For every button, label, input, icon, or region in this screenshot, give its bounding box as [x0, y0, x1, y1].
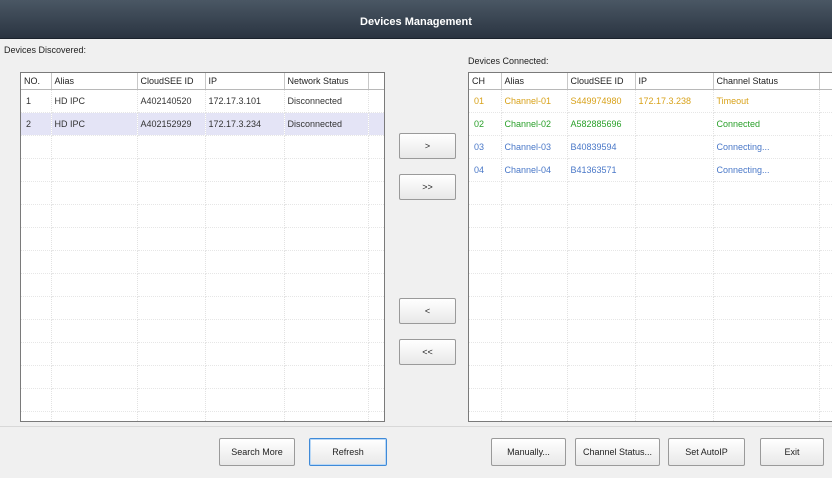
cell-ip: 172.17.3.101: [205, 89, 285, 113]
cell-cloudsee-id: A582885696: [567, 112, 636, 136]
table-row[interactable]: 1 HD IPC A402140520 172.17.3.101 Disconn…: [21, 89, 384, 113]
add-device-button[interactable]: >: [399, 133, 456, 159]
empty-row: [21, 296, 384, 320]
col-ip[interactable]: IP: [635, 73, 714, 90]
window-title: Devices Management: [360, 16, 472, 28]
cell-channel-status: Connecting...: [713, 135, 820, 159]
channel-status-button[interactable]: Channel Status...: [575, 438, 660, 466]
table-row[interactable]: 03 Channel-03 B40839594 Connecting...: [469, 135, 832, 159]
cell-channel-status: Connected: [713, 112, 820, 136]
cell-ch: 04: [469, 158, 502, 182]
refresh-button[interactable]: Refresh: [309, 438, 387, 466]
discovered-header-row: NO. Alias CloudSEE ID IP Network Status: [21, 73, 384, 90]
empty-row: [469, 296, 832, 320]
empty-row: [21, 388, 384, 412]
title-bar: Devices Management: [0, 0, 832, 39]
empty-row: [21, 135, 384, 159]
empty-row: [469, 411, 832, 421]
connected-table[interactable]: CH Alias CloudSEE ID IP Channel Status 0…: [468, 72, 832, 422]
empty-row: [21, 319, 384, 343]
table-row[interactable]: 02 Channel-02 A582885696 Connected: [469, 112, 832, 136]
footer-divider: [0, 426, 832, 427]
connected-header-row: CH Alias CloudSEE ID IP Channel Status: [469, 73, 832, 90]
cell-ip: [635, 158, 714, 182]
cell-channel-status: Timeout: [713, 89, 820, 113]
cell-ch: 03: [469, 135, 502, 159]
cell-cloudsee-id: B40839594: [567, 135, 636, 159]
col-no[interactable]: NO.: [21, 73, 52, 90]
empty-row: [469, 181, 832, 205]
col-network-status[interactable]: Network Status: [284, 73, 369, 90]
col-spacer: [368, 73, 384, 90]
cell-ip: 172.17.3.234: [205, 112, 285, 136]
empty-row: [469, 250, 832, 274]
cell-alias: HD IPC: [51, 89, 138, 113]
col-ip[interactable]: IP: [205, 73, 285, 90]
cell-cloudsee-id: A402140520: [137, 89, 206, 113]
empty-row: [21, 204, 384, 228]
empty-row: [21, 273, 384, 297]
empty-row: [21, 181, 384, 205]
cell-network-status: Disconnected: [284, 89, 369, 113]
cell-alias: HD IPC: [51, 112, 138, 136]
cell-alias: Channel-02: [501, 112, 568, 136]
col-alias[interactable]: Alias: [51, 73, 138, 90]
cell-ch: 02: [469, 112, 502, 136]
col-spacer: [819, 73, 832, 90]
cell-cloudsee-id: A402152929: [137, 112, 206, 136]
remove-device-button[interactable]: <: [399, 298, 456, 324]
table-row[interactable]: 04 Channel-04 B41363571 Connecting...: [469, 158, 832, 182]
col-alias[interactable]: Alias: [501, 73, 568, 90]
empty-row: [469, 342, 832, 366]
cell-ch: 01: [469, 89, 502, 113]
empty-row: [469, 388, 832, 412]
cell-alias: Channel-04: [501, 158, 568, 182]
devices-discovered-label: Devices Discovered:: [4, 45, 87, 55]
table-row[interactable]: 2 HD IPC A402152929 172.17.3.234 Disconn…: [21, 112, 384, 136]
cell-ip: [635, 112, 714, 136]
empty-row: [21, 411, 384, 421]
col-ch[interactable]: CH: [469, 73, 502, 90]
empty-row: [469, 204, 832, 228]
cell-cloudsee-id: B41363571: [567, 158, 636, 182]
cell-ip: [635, 135, 714, 159]
empty-row: [21, 158, 384, 182]
manually-button[interactable]: Manually...: [491, 438, 566, 466]
exit-button[interactable]: Exit: [760, 438, 824, 466]
empty-row: [21, 365, 384, 389]
col-cloudsee-id[interactable]: CloudSEE ID: [567, 73, 636, 90]
col-cloudsee-id[interactable]: CloudSEE ID: [137, 73, 206, 90]
cell-no: 2: [21, 112, 52, 136]
col-channel-status[interactable]: Channel Status: [713, 73, 820, 90]
devices-connected-label: Devices Connected:: [468, 56, 549, 66]
discovered-table[interactable]: NO. Alias CloudSEE ID IP Network Status …: [20, 72, 385, 422]
cell-alias: Channel-01: [501, 89, 568, 113]
set-auto-ip-button[interactable]: Set AutoIP: [668, 438, 745, 466]
empty-row: [469, 365, 832, 389]
cell-network-status: Disconnected: [284, 112, 369, 136]
empty-row: [21, 250, 384, 274]
empty-row: [469, 227, 832, 251]
cell-channel-status: Connecting...: [713, 158, 820, 182]
empty-row: [469, 273, 832, 297]
remove-all-devices-button[interactable]: <<: [399, 339, 456, 365]
add-all-devices-button[interactable]: >>: [399, 174, 456, 200]
cell-no: 1: [21, 89, 52, 113]
cell-ip: 172.17.3.238: [635, 89, 714, 113]
empty-row: [21, 227, 384, 251]
cell-alias: Channel-03: [501, 135, 568, 159]
empty-row: [21, 342, 384, 366]
cell-cloudsee-id: S449974980: [567, 89, 636, 113]
search-more-button[interactable]: Search More: [219, 438, 295, 466]
empty-row: [469, 319, 832, 343]
table-row[interactable]: 01 Channel-01 S449974980 172.17.3.238 Ti…: [469, 89, 832, 113]
